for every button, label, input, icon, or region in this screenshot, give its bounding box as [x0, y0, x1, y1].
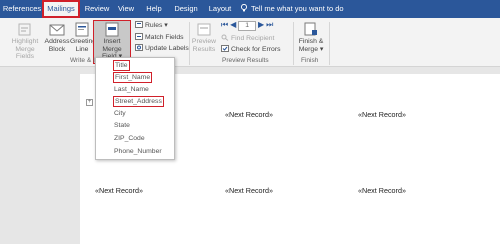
check-errors-icon	[221, 45, 229, 52]
merge-field-street-address[interactable]: Street_Address	[113, 96, 164, 107]
next-record-icon[interactable]: ▶	[258, 20, 264, 29]
find-recipient-label: Find Recipient	[231, 35, 275, 42]
match-fields-button[interactable]: Match Fields	[135, 33, 184, 41]
search-icon	[221, 34, 229, 41]
address-block-button[interactable]: Address Block	[44, 22, 70, 53]
insert-merge-field-label-1: Insert Merge	[102, 38, 122, 53]
greeting-line-button[interactable]: Greeting Line	[70, 22, 96, 53]
first-record-icon[interactable]: ⏮	[221, 20, 228, 29]
tab-mailings[interactable]: Mailings	[42, 0, 80, 18]
record-navigator: ⏮ ◀ 1 ▶ ⏭	[221, 20, 273, 31]
highlight-icon	[18, 23, 31, 36]
tell-me-box[interactable]: Tell me what you want to do	[240, 0, 344, 18]
finish-merge-button[interactable]: Finish & Merge ▾	[296, 22, 326, 53]
tab-help[interactable]: Help	[143, 0, 165, 18]
insert-merge-field-icon	[105, 22, 119, 37]
next-record-field: «Next Record»	[358, 110, 406, 119]
highlight-label-1: Highlight	[11, 38, 39, 45]
tab-design[interactable]: Design	[173, 0, 199, 18]
next-record-field: «Next Record»	[225, 186, 273, 195]
preview-results-button[interactable]: Preview Results	[190, 22, 218, 53]
rules-icon	[135, 21, 143, 28]
check-errors-label: Check for Errors	[231, 46, 281, 53]
merge-field-last-name[interactable]: Last_Name	[114, 85, 149, 94]
group-label-finish: Finish	[301, 57, 319, 64]
tab-view[interactable]: View	[116, 0, 136, 18]
tab-references[interactable]: References	[2, 0, 42, 18]
finish-merge-label-2: Merge	[298, 45, 318, 53]
address-block-label-1: Address	[44, 38, 70, 45]
tab-layout[interactable]: Layout	[206, 0, 234, 18]
check-errors-button[interactable]: Check for Errors	[221, 45, 280, 53]
tab-review[interactable]: Review	[84, 0, 110, 18]
record-number-field[interactable]: 1	[238, 21, 257, 31]
table-move-handle[interactable]: +	[86, 99, 93, 106]
group-label-preview: Preview Results	[222, 57, 269, 64]
match-fields-label: Match Fields	[145, 34, 184, 41]
address-block-label-2: Block	[48, 45, 66, 53]
lightbulb-icon	[240, 4, 248, 12]
group-separator-2	[293, 22, 294, 65]
update-labels-label: Update Labels	[145, 45, 189, 52]
finish-merge-label-1: Finish &	[298, 38, 324, 45]
merge-field-dropdown: Title First_Name Last_Name Street_Addres…	[95, 57, 175, 160]
merge-field-title[interactable]: Title	[113, 60, 130, 71]
next-record-field: «Next Record»	[225, 110, 273, 119]
match-fields-icon	[135, 33, 143, 40]
group-separator-3	[329, 22, 330, 65]
rules-label: Rules	[145, 22, 163, 29]
greeting-line-label-2: Line	[75, 45, 89, 53]
finish-merge-icon	[304, 22, 317, 36]
address-block-icon	[49, 24, 65, 36]
merge-field-zip-code[interactable]: ZIP_Code	[114, 134, 145, 143]
preview-results-icon	[197, 23, 211, 36]
previous-record-icon[interactable]: ◀	[230, 20, 236, 29]
insert-merge-field-content: Insert Merge Field ▾	[93, 22, 131, 61]
highlight-label-2: Merge Fields	[15, 45, 35, 61]
next-record-field: «Next Record»	[358, 186, 406, 195]
update-labels-icon	[135, 44, 143, 51]
merge-field-city[interactable]: City	[114, 109, 126, 118]
merge-field-phone-number[interactable]: Phone_Number	[114, 147, 162, 156]
find-recipient-button[interactable]: Find Recipient	[221, 34, 274, 42]
update-labels-button[interactable]: Update Labels	[135, 44, 189, 52]
preview-results-label-2: Results	[192, 45, 216, 53]
next-record-field: «Next Record»	[95, 186, 143, 195]
highlight-merge-fields-button[interactable]: Highlight Merge Fields	[6, 22, 44, 61]
preview-results-label-1: Preview	[191, 38, 217, 45]
rules-button[interactable]: Rules ▾	[135, 21, 168, 29]
ribbon-mailings: Highlight Merge Fields Address Block Gre…	[0, 18, 500, 67]
greeting-line-icon	[75, 22, 89, 37]
last-record-icon[interactable]: ⏭	[266, 20, 273, 29]
ribbon-tab-bar: References Mailings Review View Help Des…	[0, 0, 500, 18]
tell-me-text: Tell me what you want to do	[251, 4, 344, 13]
merge-field-first-name[interactable]: First_Name	[113, 72, 153, 83]
merge-field-state[interactable]: State	[114, 121, 130, 130]
